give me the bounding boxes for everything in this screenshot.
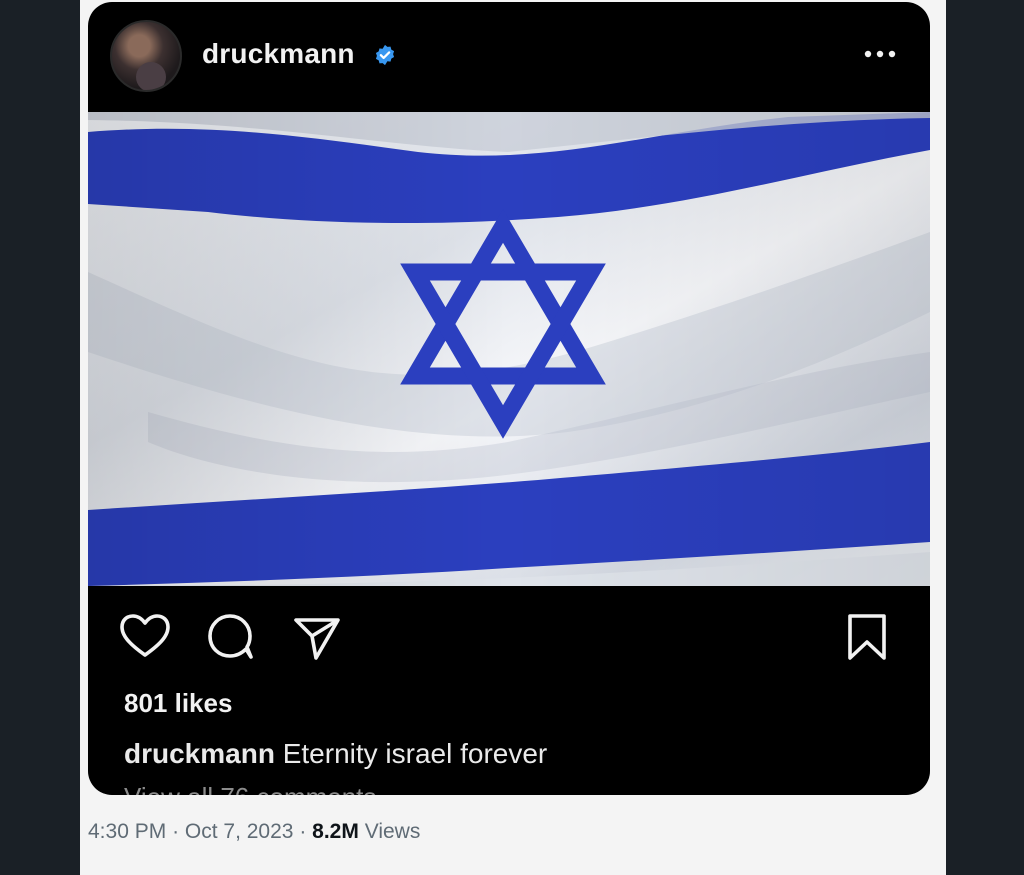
meta-separator: · [299,820,307,843]
bookmark-icon[interactable] [840,610,894,664]
views-label: Views [364,820,421,843]
tweet-meta: 4:30 PM · Oct 7, 2023 · 8.2M Views [88,820,420,844]
heart-icon[interactable] [118,610,172,664]
more-icon[interactable] [860,42,900,66]
post-image-israeli-flag [88,112,930,586]
avatar[interactable] [110,20,182,92]
views-count: 8.2M [312,820,359,843]
caption-text: Eternity israel forever [282,738,548,769]
view-comments-link[interactable]: View all 76 comments [124,784,376,795]
tweet-time[interactable]: 4:30 PM [88,820,166,843]
verified-badge-icon [375,44,395,66]
post-caption: druckmann Eternity israel forever [124,738,547,770]
caption-username[interactable]: druckmann [124,738,275,769]
share-icon[interactable] [290,610,344,664]
post-actions [88,586,930,686]
meta-separator: · [172,820,180,843]
comment-icon[interactable] [204,610,258,664]
post-username[interactable]: druckmann [202,38,355,70]
likes-count[interactable]: 801 likes [124,688,232,719]
instagram-post: druckmann 801 likes druckmann Eternity i… [88,2,930,795]
tweet-date[interactable]: Oct 7, 2023 [185,820,294,843]
post-header: druckmann [88,2,930,112]
